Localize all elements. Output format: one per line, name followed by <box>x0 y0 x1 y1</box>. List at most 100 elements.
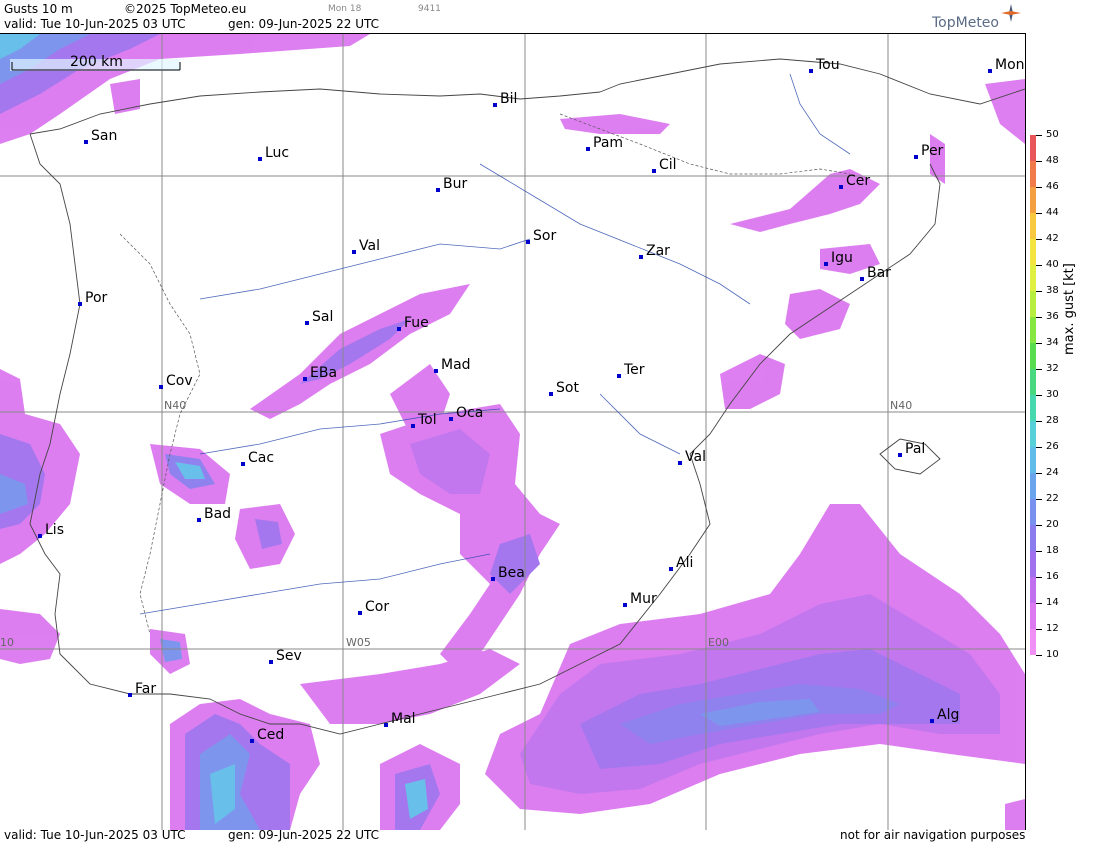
footer-gen: gen: 09-Jun-2025 22 UTC <box>228 828 380 842</box>
legend-level-label: 24 <box>1046 467 1059 478</box>
generated-time: gen: 09-Jun-2025 22 UTC <box>228 17 380 31</box>
legend-level-label: 20 <box>1046 519 1059 530</box>
legend-tick <box>1036 473 1042 474</box>
city-marker <box>526 240 530 244</box>
city-label: Val <box>685 449 706 465</box>
legend-level-label: 30 <box>1046 389 1059 400</box>
city-marker <box>623 603 627 607</box>
city-label: Cil <box>659 157 677 173</box>
city-marker <box>898 453 902 457</box>
legend-swatch <box>1030 291 1036 317</box>
legend-tick <box>1036 317 1042 318</box>
legend-swatch <box>1030 629 1036 655</box>
valid-time: valid: Tue 10-Jun-2025 03 UTC <box>4 17 186 31</box>
legend-tick <box>1036 421 1042 422</box>
city-marker <box>930 719 934 723</box>
legend-tick <box>1036 343 1042 344</box>
footer-disclaimer: not for air navigation purposes <box>840 828 1026 842</box>
city-label: Cer <box>846 173 870 189</box>
city-marker <box>639 255 643 259</box>
city-marker <box>449 417 453 421</box>
city-label: Por <box>85 290 108 306</box>
field-title: Gusts 10 m <box>4 2 73 16</box>
city-marker <box>914 155 918 159</box>
legend-unit: max. gust [kt] <box>1062 263 1077 355</box>
legend-swatch <box>1030 135 1036 161</box>
legend-swatch <box>1030 213 1036 239</box>
city-marker <box>493 103 497 107</box>
legend-level-label: 28 <box>1046 415 1059 426</box>
city-marker <box>617 374 621 378</box>
legend-swatch <box>1030 369 1036 395</box>
city-label: Mal <box>391 711 416 727</box>
grid-label-w10: 10 <box>0 636 14 649</box>
city-label: Bea <box>498 565 525 581</box>
city-label: Ced <box>257 727 284 743</box>
run-day: Mon 18 <box>328 4 362 14</box>
city-label: Sor <box>533 228 556 244</box>
city-label: Cov <box>166 373 193 389</box>
legend-level-label: 14 <box>1046 597 1059 608</box>
legend-tick <box>1036 213 1042 214</box>
legend-level-label: 32 <box>1046 363 1059 374</box>
city-marker <box>269 660 273 664</box>
city-marker <box>549 392 553 396</box>
city-label: Igu <box>831 250 853 266</box>
legend-level-label: 48 <box>1046 155 1059 166</box>
legend-tick <box>1036 655 1042 656</box>
city-label: Zar <box>646 243 670 259</box>
city-marker <box>303 377 307 381</box>
city-marker <box>38 534 42 538</box>
city-marker <box>352 250 356 254</box>
city-marker <box>678 461 682 465</box>
legend-swatch <box>1030 551 1036 577</box>
footer-valid: valid: Tue 10-Jun-2025 03 UTC <box>4 828 186 842</box>
city-label: Bar <box>867 265 891 281</box>
city-marker <box>652 169 656 173</box>
city-label: Cac <box>248 450 274 466</box>
legend-tick <box>1036 369 1042 370</box>
legend-swatch <box>1030 421 1036 447</box>
city-marker <box>397 327 401 331</box>
legend-tick <box>1036 187 1042 188</box>
city-label: Tou <box>815 57 840 73</box>
city-label: Luc <box>265 145 289 161</box>
legend-swatch <box>1030 603 1036 629</box>
map-canvas: N40 N40 W05 E00 10 200 km Tou Mon Bil San Pa… <box>0 34 1025 830</box>
city-marker <box>669 567 673 571</box>
city-label: Sal <box>312 309 333 325</box>
legend-tick <box>1036 525 1042 526</box>
city-marker <box>586 147 590 151</box>
city-marker <box>258 157 262 161</box>
legend-swatch <box>1030 447 1036 473</box>
city-label: San <box>91 128 117 144</box>
legend-swatch <box>1030 317 1036 343</box>
legend-level-label: 10 <box>1046 649 1059 660</box>
city-marker <box>84 140 88 144</box>
legend-level-label: 22 <box>1046 493 1059 504</box>
city-label: Pal <box>905 441 925 457</box>
legend-tick <box>1036 395 1042 396</box>
city-label: Bad <box>204 506 231 522</box>
city-marker <box>824 262 828 266</box>
legend-level-label: 34 <box>1046 337 1059 348</box>
city-marker <box>128 693 132 697</box>
legend-level-label: 16 <box>1046 571 1059 582</box>
legend-level-label: 18 <box>1046 545 1059 556</box>
legend-swatch <box>1030 343 1036 369</box>
city-marker <box>305 321 309 325</box>
legend-level-label: 36 <box>1046 311 1059 322</box>
city-label: Mur <box>630 591 657 607</box>
city-marker <box>988 69 992 73</box>
grid-label-w05: W05 <box>346 636 371 649</box>
legend-tick <box>1036 161 1042 162</box>
legend-swatch <box>1030 161 1036 187</box>
city-label: Ter <box>623 362 645 378</box>
city-label: Fue <box>404 315 429 331</box>
legend-level-label: 12 <box>1046 623 1059 634</box>
grid-label-n40-west: N40 <box>164 399 186 412</box>
weather-map[interactable]: N40 N40 W05 E00 10 200 km Tou Mon Bil San Pa… <box>0 33 1026 830</box>
city-label: Mon <box>995 57 1025 73</box>
legend-level-label: 42 <box>1046 233 1059 244</box>
legend-tick <box>1036 265 1042 266</box>
